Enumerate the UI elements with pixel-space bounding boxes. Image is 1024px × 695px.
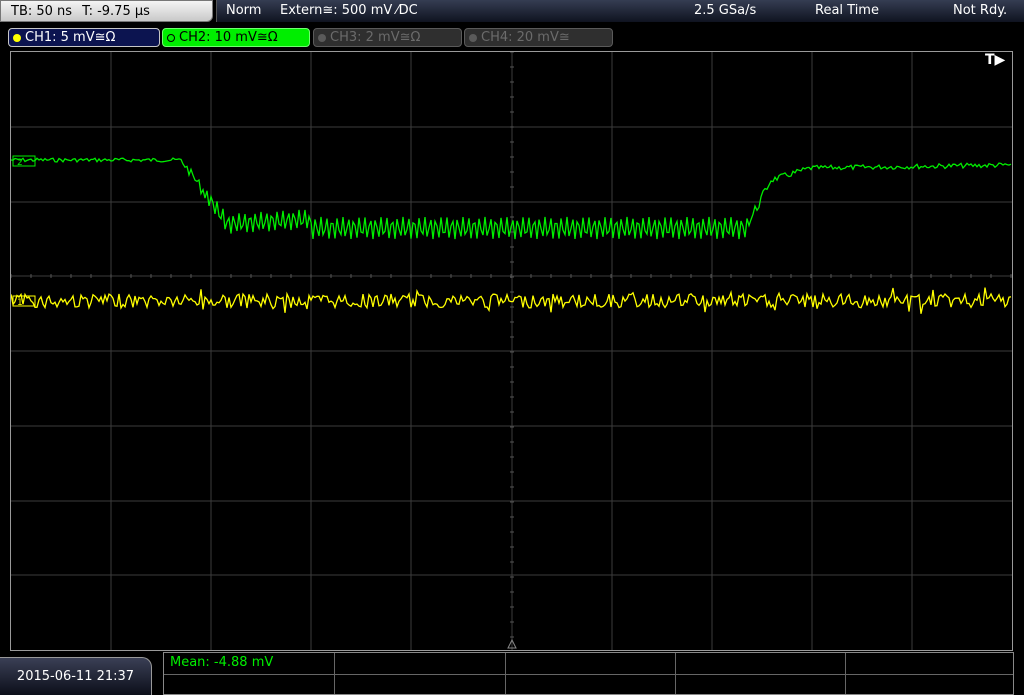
timebase-panel[interactable]: TB: 50 ns T: -9.75 μs [0, 0, 213, 22]
mean-measurement: Mean: -4.88 mV [170, 655, 274, 670]
sample-rate: 2.5 GSa/s [694, 3, 757, 18]
channel-1-label: CH1: 5 mV≅Ω [25, 30, 116, 45]
channel-4-button[interactable]: CH4: 20 mV≅ [464, 28, 613, 47]
acquisition-mode: Real Time [815, 3, 879, 18]
timebase-readout: TB: 50 ns [11, 3, 73, 19]
trigger-time-readout: T: -9.75 μs [82, 3, 150, 19]
channel-4-indicator-icon [469, 33, 477, 42]
channel-3-indicator-icon [318, 33, 326, 42]
svg-text:1: 1 [17, 298, 23, 308]
channel-2-trace [10, 157, 1012, 240]
datetime-panel: 2015-06-11 21:37 [0, 657, 152, 695]
waveform-display[interactable]: 2 1 [10, 51, 1013, 651]
channel-2-indicator-icon [167, 33, 175, 42]
waveform-canvas: 2 1 [10, 51, 1012, 650]
measurement-panel[interactable]: Mean: -4.88 mV [163, 652, 1014, 695]
trigger-mode[interactable]: Norm [226, 3, 261, 18]
graticule-grid [10, 51, 1012, 650]
channel-3-label: CH3: 2 mV≅Ω [330, 30, 421, 45]
channel-3-button[interactable]: CH3: 2 mV≅Ω [313, 28, 462, 47]
channel-1-indicator-icon [13, 33, 21, 42]
datetime: 2015-06-11 21:37 [16, 669, 135, 684]
measurement-divider [164, 674, 1013, 675]
channel-2-button[interactable]: CH2: 10 mV≅Ω [162, 28, 310, 47]
trigger-source[interactable]: Extern≅: 500 mV ⁄DC [280, 3, 418, 18]
trigger-level-marker[interactable]: T▶ [985, 52, 1005, 68]
status-bar: Norm Extern≅: 500 mV ⁄DC 2.5 GSa/s Real … [216, 0, 1024, 22]
channel-1-button[interactable]: CH1: 5 mV≅Ω [8, 28, 160, 47]
channel-2-offset-marker: 2 [12, 155, 36, 168]
acquisition-status: Not Rdy. [953, 3, 1008, 18]
svg-text:2: 2 [17, 158, 23, 168]
channel-bar: CH1: 5 mV≅Ω CH2: 10 mV≅Ω CH3: 2 mV≅Ω CH4… [0, 24, 1024, 50]
channel-4-label: CH4: 20 mV≅ [481, 30, 570, 45]
channel-2-label: CH2: 10 mV≅Ω [179, 30, 278, 45]
